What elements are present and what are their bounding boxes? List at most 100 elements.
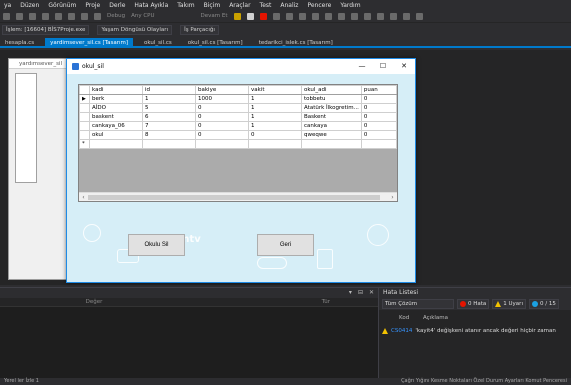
autohide-icon[interactable]: ⊟ [358,288,363,298]
scroll-right-icon[interactable]: › [388,193,397,201]
error-code-link[interactable]: CS0414 [391,328,412,334]
tab-okul-sil-code[interactable]: okul_sil.cs [139,38,177,46]
column-header-description[interactable]: Açıklama [409,314,448,323]
hot-reload-icon[interactable] [233,12,241,20]
table-cell[interactable]: 0 [195,103,249,113]
table-cell[interactable] [142,139,196,149]
table-row[interactable]: cankaya_06 7 0 1 cankaya 0 [79,121,397,131]
warnings-filter-button[interactable]: 1 Uyarı [492,299,526,309]
background-form-panel[interactable] [15,73,37,183]
menu-item-project[interactable]: Proje [85,2,100,9]
scope-dropdown[interactable]: Tüm Çözüm [382,299,454,309]
column-header-id[interactable]: id [142,85,196,95]
table-cell[interactable]: 0 [195,130,249,140]
back-icon[interactable] [3,12,10,20]
undo-icon[interactable] [81,12,88,20]
save-icon[interactable] [55,12,62,20]
new-project-icon[interactable] [29,12,36,20]
table-cell[interactable] [301,139,362,149]
column-header-kadi[interactable]: kadi [89,85,143,95]
panel-close-icon[interactable]: ✕ [369,288,374,298]
menu-item-analyze[interactable]: Analiz [280,2,298,9]
align-right-icon[interactable] [350,12,358,20]
table-row[interactable]: AİDO 5 0 1 Atatürk İlkogretim... 0 [79,103,397,113]
table-cell[interactable]: 0 [195,112,249,122]
menu-item-test[interactable]: Test [260,2,272,9]
menu-item-format[interactable]: Biçim [204,2,221,9]
table-cell[interactable] [360,139,397,149]
continue-button[interactable]: Devam Et [201,13,228,19]
table-cell[interactable]: baskent [89,112,143,122]
horizontal-scrollbar[interactable]: ‹ › [79,192,397,201]
row-header[interactable] [79,121,90,131]
menu-item-view[interactable]: Görünüm [48,2,76,9]
spacing-icon[interactable] [415,12,423,20]
table-cell[interactable]: 0 [195,121,249,131]
align-center-icon[interactable] [337,12,345,20]
table-cell[interactable]: okul [89,130,143,140]
menu-item-help[interactable]: Yardım [340,2,360,9]
column-header-okul-adi[interactable]: okul_adi [301,85,362,95]
column-header-bakiye[interactable]: bakiye [195,85,249,95]
table-row[interactable]: okul 8 0 0 qweqwe 0 [79,130,397,140]
forward-icon[interactable] [16,12,23,20]
row-header[interactable] [79,130,90,140]
restart-icon[interactable] [272,12,280,20]
table-row[interactable]: baskent 6 0 1 Baskent 0 [79,112,397,122]
table-cell[interactable]: 6 [142,112,196,122]
table-cell[interactable]: cankaya_06 [89,121,143,131]
same-size-icon[interactable] [402,12,410,20]
table-cell[interactable]: 0 [360,112,397,122]
delete-school-button[interactable]: Okulu Sil [128,234,185,256]
pin-icon[interactable]: ▾ [349,288,352,298]
debug-tool-tabs[interactable]: Çağrı Yığını Kesme Noktaları Özel Durum … [401,378,567,385]
row-header[interactable] [79,112,90,122]
thread-dropdown[interactable]: İş Parçacığı [180,24,219,35]
menu-item-file[interactable]: ya [4,2,11,9]
table-cell[interactable] [195,139,249,149]
stop-icon[interactable] [259,12,267,20]
menu-item-edit[interactable]: Düzen [20,2,39,9]
align-bottom-icon[interactable] [389,12,397,20]
close-button[interactable]: ✕ [394,59,414,74]
process-dropdown[interactable]: İşlem: [16604] BİS7Proje.exe [2,24,90,35]
table-cell[interactable]: Atatürk İlkogretim... [301,103,362,113]
schools-datagrid[interactable]: kadi id bakiye vakit okul_adi puan ▶ ber… [78,84,398,202]
table-cell[interactable]: 0 [360,130,397,140]
column-header-value[interactable]: Değer [0,298,180,306]
table-cell[interactable]: 0 [248,130,302,140]
table-cell[interactable]: 0 [360,94,397,104]
table-cell[interactable]: 7 [142,121,196,131]
column-header-puan[interactable]: puan [360,85,397,95]
menu-item-team[interactable]: Takım [177,2,194,9]
back-button[interactable]: Geri [257,234,314,256]
pause-icon[interactable] [246,12,254,20]
align-middle-icon[interactable] [376,12,384,20]
row-header[interactable] [79,103,90,113]
menu-item-build[interactable]: Derle [109,2,125,9]
table-cell[interactable]: 5 [142,103,196,113]
step-into-icon[interactable] [285,12,293,20]
maximize-button[interactable]: ☐ [373,59,393,74]
column-header-code[interactable]: Kod [379,314,409,323]
tab-hesapla[interactable]: hesapla.cs [0,38,39,46]
menu-item-tools[interactable]: Araçlar [229,2,250,9]
tab-yardimsever-sil-design[interactable]: yardimsever_sil.cs [Tasarım] [45,38,134,46]
table-row[interactable]: ▶ berk 1 1000 1 tobbetu 0 [79,94,397,104]
scroll-left-icon[interactable]: ‹ [79,193,88,201]
tab-okul-sil-design[interactable]: okul_sil.cs [Tasarım] [183,38,248,46]
table-cell[interactable]: tobbetu [301,94,362,104]
tab-tedarikci-islek-design[interactable]: tedarikci_islek.cs [Tasarım] [254,38,338,46]
background-designer-form[interactable]: yardımsever_sil [8,58,74,280]
table-cell[interactable] [89,139,143,149]
align-top-icon[interactable] [363,12,371,20]
table-cell[interactable] [248,139,302,149]
open-folder-icon[interactable] [42,12,49,20]
table-cell[interactable]: 1 [142,94,196,104]
configuration-dropdown[interactable]: Debug [107,13,125,19]
table-cell[interactable]: 0 [360,103,397,113]
table-cell[interactable]: 1 [248,94,302,104]
column-header-vakit[interactable]: vakit [248,85,302,95]
step-out-icon[interactable] [311,12,319,20]
table-cell[interactable]: qweqwe [301,130,362,140]
